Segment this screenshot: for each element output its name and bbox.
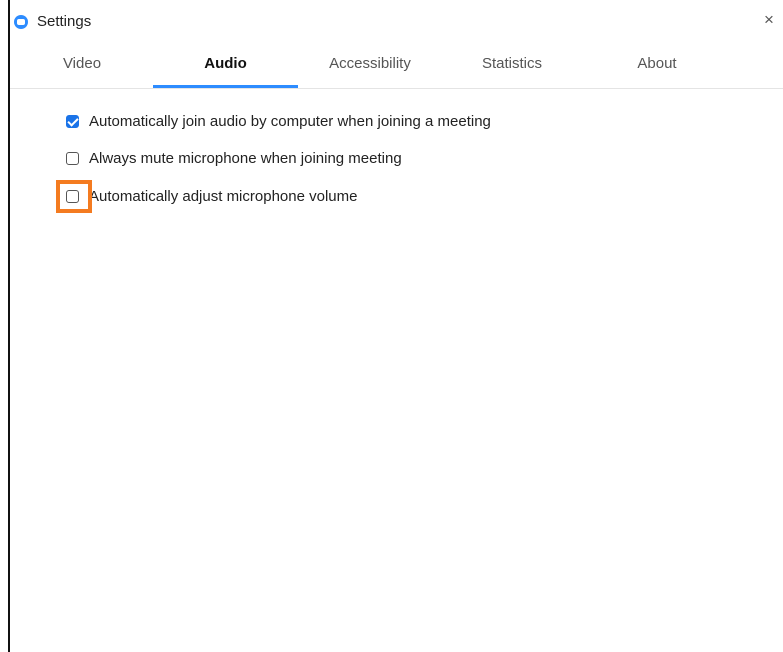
tabs-divider <box>10 88 783 89</box>
zoom-app-icon <box>14 15 28 29</box>
settings-tabs: Video Audio Accessibility Statistics Abo… <box>10 44 783 88</box>
tab-video-label: Video <box>62 55 102 72</box>
always-mute-mic-label: Always mute microphone when joining meet… <box>89 149 402 167</box>
window-left-border <box>8 0 10 652</box>
tab-about[interactable]: About <box>608 44 706 88</box>
tab-audio[interactable]: Audio <box>153 44 298 88</box>
option-auto-adjust-mic-volume[interactable]: Automatically adjust microphone volume <box>66 186 357 206</box>
tab-statistics[interactable]: Statistics <box>462 44 562 88</box>
tab-about-label: About <box>637 55 677 72</box>
option-auto-join-audio[interactable]: Automatically join audio by computer whe… <box>66 111 491 131</box>
auto-adjust-mic-volume-checkbox[interactable] <box>66 189 79 203</box>
always-mute-mic-checkbox[interactable] <box>66 151 79 165</box>
tab-accessibility[interactable]: Accessibility <box>310 44 430 88</box>
auto-join-audio-label: Automatically join audio by computer whe… <box>89 112 491 130</box>
tab-video[interactable]: Video <box>41 44 123 88</box>
title-bar: Settings × <box>10 0 783 44</box>
tab-accessibility-label: Accessibility <box>329 55 411 72</box>
auto-adjust-mic-volume-label: Automatically adjust microphone volume <box>89 187 358 205</box>
auto-join-audio-checkbox[interactable] <box>66 114 79 128</box>
window-title: Settings <box>37 13 92 30</box>
tab-statistics-label: Statistics <box>481 55 542 72</box>
close-button[interactable]: × <box>761 11 777 29</box>
settings-window: Settings × Video Audio Accessibility Sta… <box>0 0 783 652</box>
option-always-mute-mic[interactable]: Always mute microphone when joining meet… <box>66 148 402 168</box>
tab-audio-label: Audio <box>204 55 247 72</box>
